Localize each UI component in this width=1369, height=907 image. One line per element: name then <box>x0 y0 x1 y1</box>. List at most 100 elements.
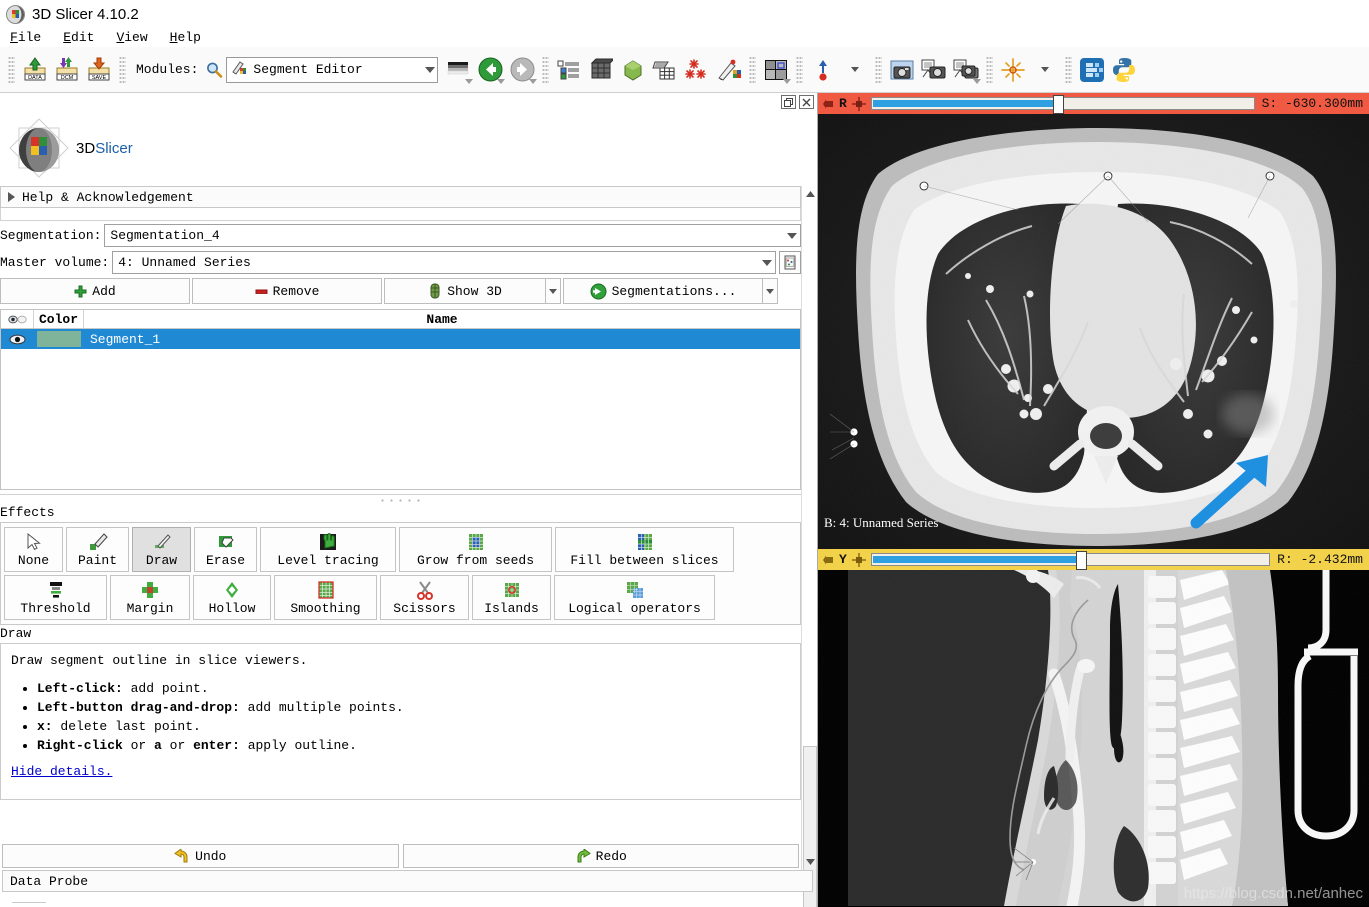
remove-segment-label: Remove <box>272 283 320 299</box>
scroll-down-arrow[interactable] <box>802 854 818 870</box>
effect-scissors[interactable]: Scissors <box>380 575 469 620</box>
python-console-icon[interactable] <box>1108 53 1140 87</box>
scroll-up-arrow[interactable] <box>802 186 818 202</box>
restore-panel-icon[interactable] <box>781 95 796 109</box>
toolbar-grip-6[interactable] <box>875 55 883 84</box>
undo-button[interactable]: Undo <box>2 844 399 868</box>
effect-threshold[interactable]: Threshold <box>4 575 107 620</box>
toolbar-grip[interactable] <box>8 55 15 84</box>
axial-slice-slider[interactable] <box>870 95 1255 114</box>
toolbar-grip-5[interactable] <box>796 55 804 84</box>
pin-icon[interactable] <box>820 552 835 567</box>
show-3d-dropdown[interactable] <box>546 278 561 304</box>
load-dicom-icon[interactable]: DCM <box>51 53 83 87</box>
active-effect-label: Draw <box>0 626 32 641</box>
capture-sequence-icon[interactable] <box>950 53 982 87</box>
sagittal-slice-view[interactable]: https://blog.csdn.net/anhec <box>818 570 1369 906</box>
table-row[interactable]: Segment_1 <box>1 329 800 349</box>
save-data-icon[interactable]: SAVE <box>83 53 115 87</box>
sagittal-slider-handle[interactable] <box>1076 551 1088 570</box>
scene-views-capture-icon[interactable] <box>918 53 950 87</box>
menu-item-file[interactable]: File <box>8 30 51 45</box>
effect-hollow[interactable]: Hollow <box>193 575 271 620</box>
effect-islands[interactable]: Islands <box>472 575 551 620</box>
show-3d-button[interactable]: Show 3D <box>384 278 546 304</box>
axial-slice-view[interactable]: B: 4: Unnamed Series <box>818 114 1369 549</box>
layout-icon[interactable] <box>760 53 792 87</box>
segment-table: Color Name Segment_1 <box>0 309 801 490</box>
pin-icon[interactable] <box>820 96 835 111</box>
chevron-right-icon <box>8 192 15 202</box>
module-panel-scrollbar[interactable] <box>801 186 818 907</box>
segmentations-icon <box>590 283 607 299</box>
sagittal-slice-slider[interactable] <box>870 551 1271 570</box>
center-view-icon[interactable] <box>807 53 839 87</box>
window-title-text: 3D Slicer 4.10.2 <box>32 5 139 23</box>
screenshot-icon[interactable] <box>886 53 918 87</box>
toolbar-grip-8[interactable] <box>1065 55 1073 84</box>
close-panel-icon[interactable] <box>799 95 814 109</box>
data-probe-section[interactable]: Data Probe <box>2 870 813 892</box>
smoothing-icon <box>316 579 336 601</box>
toolbar-grip-2[interactable] <box>119 55 126 84</box>
hide-details-link[interactable]: Hide details. <box>11 764 112 779</box>
remove-segment-button[interactable]: Remove <box>192 278 382 304</box>
module-previous-icon[interactable] <box>474 53 506 87</box>
window-level-icon[interactable] <box>442 53 474 87</box>
slice-visibility-icon[interactable] <box>851 95 868 112</box>
volume-rendering-icon[interactable] <box>585 53 617 87</box>
subject-hierarchy-icon[interactable] <box>553 53 585 87</box>
help-acknowledgement-section[interactable]: Help & Acknowledgement <box>0 186 801 208</box>
crosshair-dropdown[interactable] <box>1029 53 1061 87</box>
effect-erase[interactable]: Erase <box>194 527 257 572</box>
eye-header-icon[interactable] <box>1 310 34 328</box>
segment-name[interactable]: Segment_1 <box>84 329 800 349</box>
effects-row-1: None Paint Draw Erase Level tracing Grow… <box>4 527 797 572</box>
magnifier-icon[interactable] <box>202 58 226 82</box>
annotations-icon[interactable] <box>713 53 745 87</box>
effect-paint[interactable]: Paint <box>66 527 129 572</box>
center-view-dropdown[interactable] <box>839 53 871 87</box>
menu-item-help[interactable]: Help <box>168 30 211 45</box>
effect-margin[interactable]: Margin <box>110 575 190 620</box>
effect-fill-between-slices[interactable]: Fill between slices <box>555 527 734 572</box>
effect-none[interactable]: None <box>4 527 63 572</box>
crosshair-icon[interactable] <box>997 53 1029 87</box>
toolbar-grip-4[interactable] <box>749 55 757 84</box>
segment-color-swatch[interactable] <box>34 329 84 349</box>
segment-table-col-color[interactable]: Color <box>34 310 84 328</box>
effect-logical-operators[interactable]: Logical operators <box>554 575 715 620</box>
axial-slider-handle[interactable] <box>1053 95 1065 114</box>
slice-visibility-icon[interactable] <box>851 551 868 568</box>
slice-interpolation-icon[interactable] <box>649 53 681 87</box>
effect-level-tracing[interactable]: Level tracing <box>260 527 396 572</box>
segmentation-selector[interactable]: Segmentation_4 <box>104 224 801 247</box>
extension-manager-icon[interactable] <box>1076 53 1108 87</box>
segmentations-dropdown[interactable] <box>763 278 778 304</box>
effect-smoothing[interactable]: Smoothing <box>274 575 377 620</box>
segmentations-button[interactable]: Segmentations... <box>563 278 763 304</box>
master-volume-selector[interactable]: 4: Unnamed Series <box>112 251 776 274</box>
toolbar-grip-7[interactable] <box>986 55 994 84</box>
module-next-icon[interactable] <box>506 53 538 87</box>
redo-button[interactable]: Redo <box>402 844 799 868</box>
menu-item-view[interactable]: View <box>114 30 157 45</box>
load-data-icon[interactable]: DATA <box>19 53 51 87</box>
effect-draw[interactable]: Draw <box>132 527 191 572</box>
segment-visibility-toggle[interactable] <box>1 329 34 349</box>
effect-help-box: Draw segment outline in slice viewers. L… <box>0 643 801 800</box>
segment-table-col-name[interactable]: Name <box>84 310 800 328</box>
menu-item-edit[interactable]: Edit <box>61 30 104 45</box>
models-icon[interactable] <box>617 53 649 87</box>
add-segment-button[interactable]: Add <box>0 278 190 304</box>
volume-info-icon[interactable] <box>779 251 801 274</box>
markups-icon[interactable] <box>681 53 713 87</box>
svg-text:DCM: DCM <box>61 75 74 81</box>
segmentations-split: Segmentations... <box>563 278 778 304</box>
effect-grow-from-seeds[interactable]: Grow from seeds <box>399 527 552 572</box>
module-selector[interactable]: Segment Editor <box>226 56 439 83</box>
toolbar-grip-3[interactable] <box>542 55 550 84</box>
module-selector-value: Segment Editor <box>253 62 363 77</box>
threshold-icon <box>46 579 66 601</box>
panel-splitter[interactable] <box>0 494 801 504</box>
